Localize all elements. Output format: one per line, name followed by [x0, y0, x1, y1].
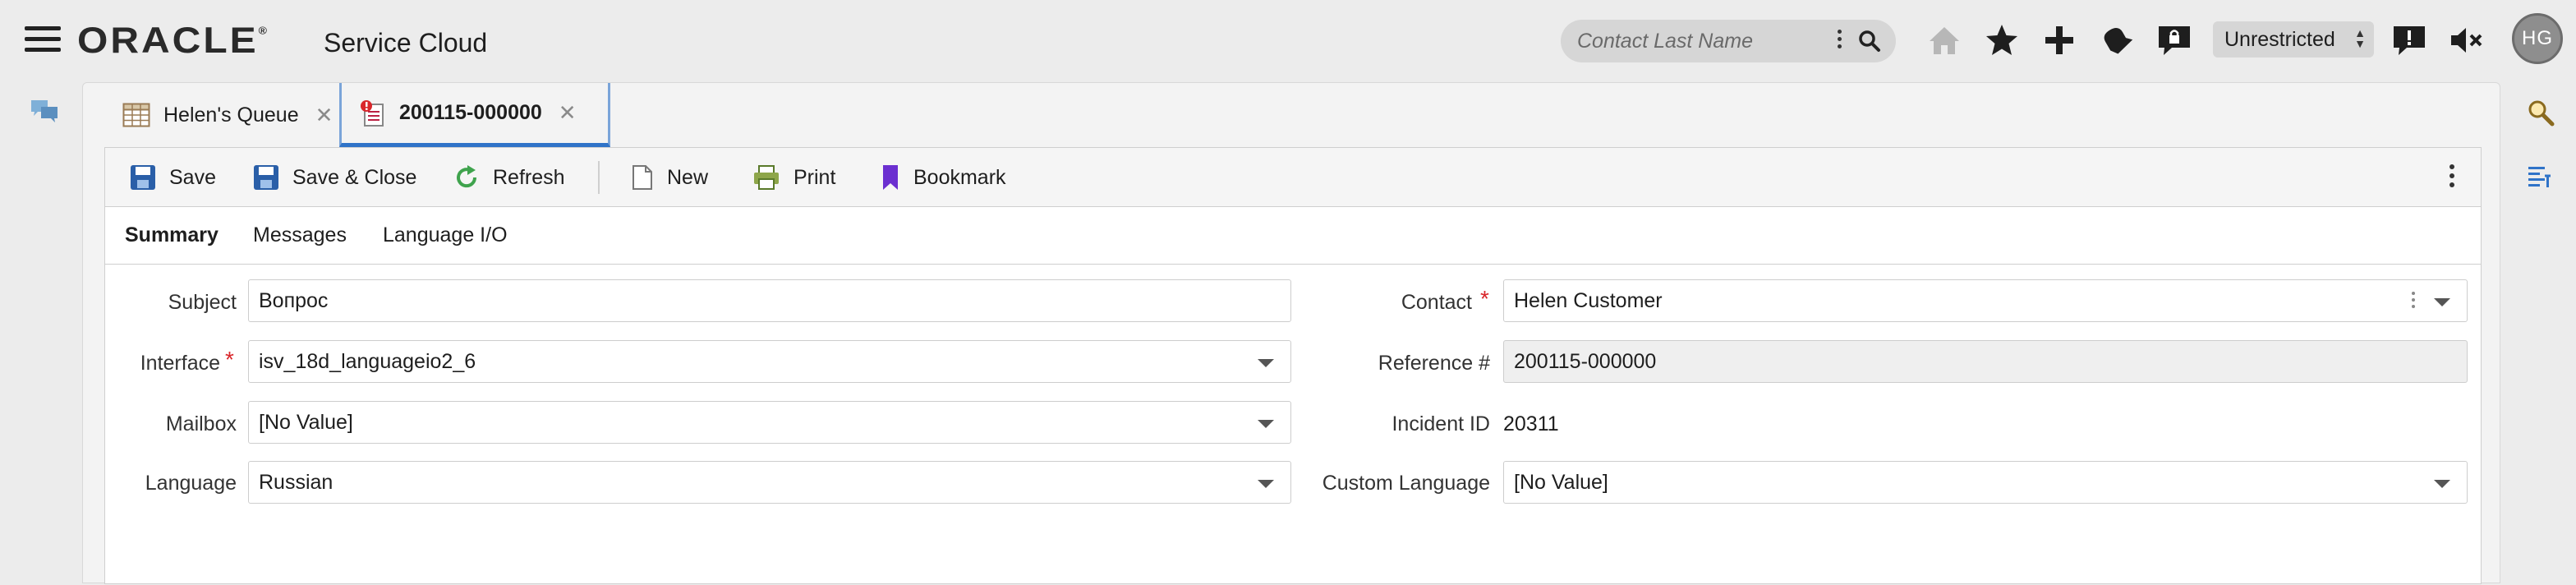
toolbar-separator [598, 161, 600, 194]
subtab-summary[interactable]: Summary [125, 223, 218, 247]
hamburger-menu-icon[interactable] [25, 26, 61, 53]
search-icon[interactable] [1858, 30, 1881, 53]
subtab-messages[interactable]: Messages [253, 223, 347, 247]
chevron-down-icon[interactable] [2434, 298, 2450, 306]
chat-icon[interactable] [2390, 21, 2428, 59]
more-options-icon[interactable] [2448, 164, 2456, 192]
chevron-down-icon [1258, 359, 1274, 367]
reference-label: Reference # [1378, 352, 1490, 375]
mute-icon[interactable] [2448, 21, 2486, 59]
right-rail [2502, 79, 2576, 583]
chat-bubbles-icon[interactable] [30, 99, 59, 123]
refresh-icon [457, 165, 477, 188]
tab-label: Helen's Queue [163, 103, 299, 127]
contact-search-input[interactable] [1576, 20, 1822, 62]
required-marker: * [1480, 286, 1489, 311]
left-rail [0, 79, 82, 583]
incident-form: Subject Вопрос Interface * isv_18d_langu… [105, 265, 2481, 585]
search-panel-icon[interactable] [2527, 99, 2555, 127]
chevron-down-icon [1258, 480, 1274, 488]
reference-field: 200115-000000 [1503, 340, 2468, 383]
record-tabbar: Helen's Queue ✕ 200115-000000 ✕ [83, 83, 2500, 149]
incident-id-value: 20311 [1503, 412, 1559, 435]
subject-label: Subject [168, 291, 237, 314]
oracle-logo: ORACLE® [77, 21, 267, 61]
star-icon[interactable] [1983, 21, 2021, 59]
floppy-disk-close-icon [254, 165, 278, 190]
close-icon[interactable]: ✕ [315, 103, 334, 128]
tab-incident-200115-000000[interactable]: 200115-000000 ✕ [339, 83, 610, 147]
chevron-down-icon [2434, 480, 2450, 488]
close-icon[interactable]: ✕ [559, 100, 577, 126]
interface-select[interactable]: isv_18d_languageio2_6 [248, 340, 1291, 383]
workspace: Helen's Queue ✕ 200115-000000 ✕ Save Sav… [82, 82, 2500, 584]
tab-label: 200115-000000 [399, 101, 542, 124]
bookmark-button[interactable]: Bookmark [881, 163, 1006, 192]
text-list-icon[interactable] [2527, 164, 2553, 189]
lock-chat-icon[interactable] [2155, 21, 2193, 59]
language-select[interactable]: Russian [248, 461, 1291, 504]
print-button[interactable]: Print [752, 163, 835, 192]
contact-search [1561, 20, 1896, 62]
user-avatar[interactable]: HG [2512, 13, 2563, 64]
plus-icon[interactable] [2040, 21, 2078, 59]
app-header: ORACLE® Service Cloud Unrestricted ▲▼ [0, 0, 2576, 79]
incident-icon [361, 99, 384, 127]
incident-editor: Save Save & Close Refresh New Print Book… [104, 147, 2482, 584]
required-marker: * [225, 347, 234, 372]
home-icon[interactable] [1925, 21, 1963, 59]
floppy-disk-icon [131, 165, 155, 190]
contact-options-icon[interactable] [2411, 292, 2416, 311]
content-subtabs: Summary Messages Language I/O [105, 207, 2481, 265]
contact-field[interactable]: Helen Customer [1503, 279, 2468, 322]
printer-icon [754, 165, 779, 190]
incident-id-label: Incident ID [1392, 412, 1490, 435]
save-button[interactable]: Save [130, 163, 216, 192]
refresh-button[interactable]: Refresh [453, 163, 565, 192]
grid-table-icon [122, 103, 150, 127]
interface-label: Interface [140, 352, 220, 375]
search-options-icon[interactable] [1835, 30, 1843, 53]
language-label: Language [145, 472, 237, 495]
new-button[interactable]: New [631, 163, 708, 192]
mailbox-select[interactable]: [No Value] [248, 401, 1291, 444]
contact-label: Contact [1401, 291, 1472, 314]
subject-field[interactable]: Вопрос [248, 279, 1291, 322]
new-document-icon [632, 165, 652, 190]
custom-language-select[interactable]: [No Value] [1503, 461, 2468, 504]
chevron-down-icon [1258, 420, 1274, 428]
save-and-close-button[interactable]: Save & Close [253, 163, 416, 192]
mailbox-label: Mailbox [165, 412, 237, 435]
privacy-select[interactable]: Unrestricted ▲ ▼ [2213, 21, 2374, 58]
bookmark-icon [883, 165, 898, 190]
notifications-icon[interactable] [2098, 21, 2136, 59]
record-toolbar: Save Save & Close Refresh New Print Book… [105, 148, 2481, 207]
product-name: Service Cloud [324, 28, 488, 58]
custom-language-label: Custom Language [1322, 472, 1490, 495]
subtab-language-io[interactable]: Language I/O [383, 223, 508, 247]
